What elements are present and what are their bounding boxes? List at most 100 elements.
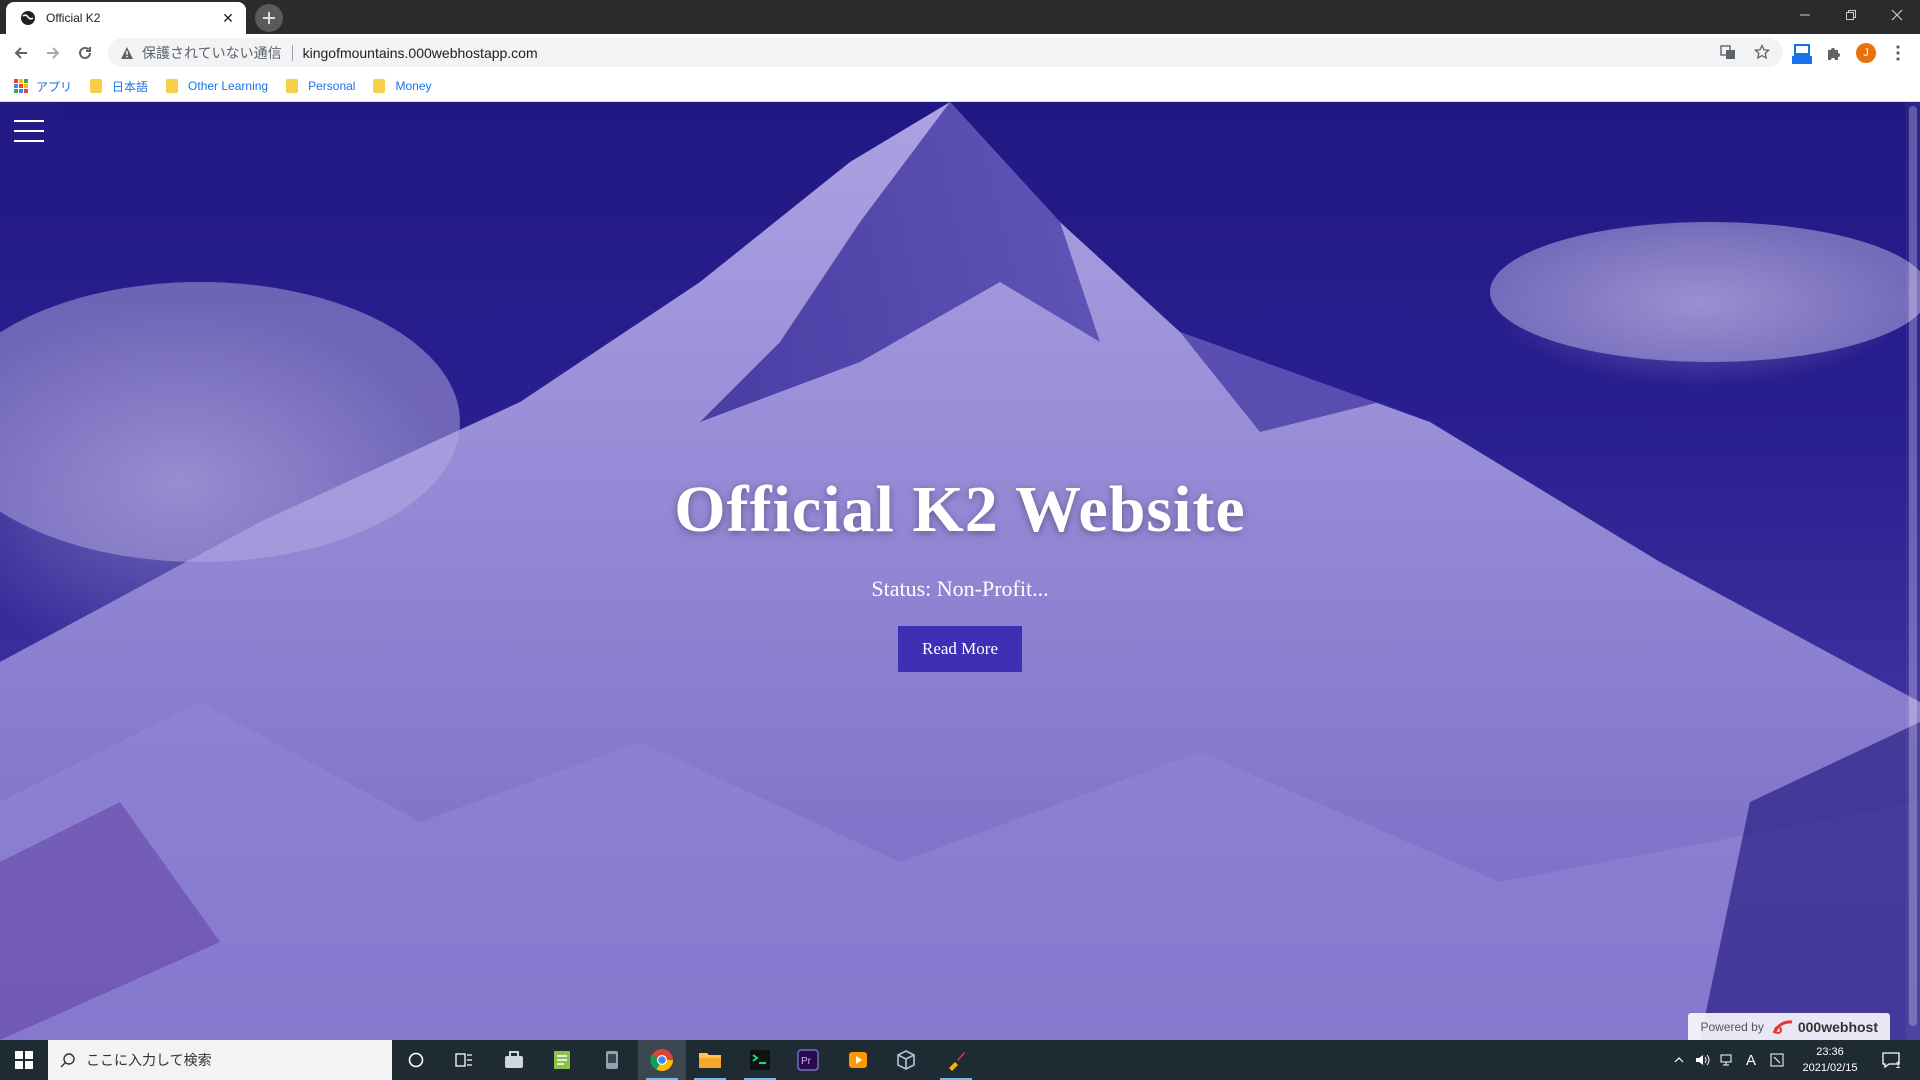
folder-icon [699, 1053, 721, 1068]
extensions-button[interactable] [1821, 40, 1847, 66]
taskbar-app-media-player[interactable] [834, 1040, 882, 1080]
star-icon [1754, 44, 1770, 60]
taskbar-app-chrome[interactable] [638, 1040, 686, 1080]
windows-taskbar: ここに入力して検索 Pr A 23:36 2021/02/15 1 [0, 1040, 1920, 1080]
cortana-button[interactable] [392, 1040, 440, 1080]
play-icon [849, 1052, 867, 1068]
chevron-up-icon [1674, 1057, 1684, 1063]
device-icon [606, 1051, 618, 1069]
new-tab-button[interactable] [255, 4, 283, 32]
bookmark-label: Personal [308, 79, 356, 93]
read-more-button[interactable]: Read More [897, 626, 1022, 672]
task-view-icon [455, 1053, 472, 1067]
folder-icon [166, 79, 179, 93]
warning-icon[interactable] [120, 46, 134, 60]
bookmark-star-button[interactable] [1752, 42, 1772, 62]
search-icon [60, 1052, 76, 1068]
bookmark-folder-nihongo[interactable]: 日本語 [90, 78, 148, 95]
page-scrollbar[interactable] [1906, 102, 1920, 1040]
url-text[interactable]: kingofmountains.000webhostapp.com [303, 45, 538, 61]
taskbar-clock[interactable]: 23:36 2021/02/15 [1790, 1044, 1870, 1076]
powered-by-label: Powered by [1700, 1019, 1764, 1034]
reload-button[interactable] [72, 40, 98, 66]
taskbar-app-device[interactable] [588, 1040, 636, 1080]
hero-status: Status: Non-Profit... [871, 576, 1049, 601]
bookmark-folder-personal[interactable]: Personal [286, 79, 355, 93]
apps-grid-icon [14, 79, 28, 93]
taskbar-app-3d[interactable] [882, 1040, 930, 1080]
network-button[interactable] [1716, 1040, 1738, 1080]
hamburger-bar [14, 130, 44, 132]
security-label[interactable]: 保護されていない通信 [142, 43, 282, 63]
network-icon [1720, 1054, 1732, 1066]
bookmark-folder-other-learning[interactable]: Other Learning [166, 79, 268, 93]
bookmark-label: Other Learning [188, 79, 269, 93]
webpage-viewport: Official K2 Website Status: Non-Profit..… [0, 102, 1920, 1040]
plus-icon [263, 12, 275, 24]
action-center-button[interactable]: 1 [1872, 1040, 1910, 1080]
restore-icon [1846, 10, 1856, 20]
taskbar-search-box[interactable]: ここに入力して検索 [48, 1040, 392, 1080]
menu-toggle-button[interactable] [0, 102, 58, 160]
close-icon [1891, 9, 1903, 21]
close-window-button[interactable] [1874, 0, 1920, 30]
notification-count: 1 [1895, 1060, 1901, 1070]
back-button[interactable] [8, 40, 34, 66]
host-brand-label: 000webhost [1797, 1018, 1878, 1035]
news-extension-icon [1792, 44, 1812, 64]
extension-news-button[interactable] [1789, 40, 1815, 66]
svg-text:Pr: Pr [801, 1056, 812, 1067]
restore-button[interactable] [1828, 0, 1874, 30]
bookmark-label: Money [395, 79, 432, 93]
webhost-logo-icon [1772, 1019, 1792, 1034]
minimize-button[interactable] [1782, 0, 1828, 30]
terminal-icon [750, 1050, 770, 1070]
cortana-icon [408, 1052, 424, 1068]
puzzle-icon [1828, 48, 1840, 60]
start-button[interactable] [0, 1040, 48, 1080]
hamburger-bar [14, 120, 44, 122]
minimize-icon [1800, 14, 1810, 16]
arrow-left-icon [14, 47, 27, 59]
divider [291, 44, 293, 61]
tab-strip: Official K2 ✕ [0, 0, 1920, 34]
bookmark-folder-money[interactable]: Money [373, 79, 432, 93]
premiere-pro-icon: Pr [797, 1049, 819, 1071]
arrow-right-icon [47, 47, 60, 59]
taskbar-app-notepad[interactable] [538, 1040, 586, 1080]
translate-button[interactable] [1718, 42, 1738, 62]
taskbar-app-paint[interactable] [932, 1040, 980, 1080]
hero-title: Official K2 Website [674, 473, 1246, 546]
taskbar-app-mail[interactable] [490, 1040, 538, 1080]
scrollbar-thumb[interactable] [1909, 106, 1917, 1026]
briefcase-icon [505, 1051, 523, 1068]
host-brand: 000webhost [1772, 1019, 1878, 1035]
show-hidden-icons-button[interactable] [1668, 1040, 1690, 1080]
task-view-button[interactable] [440, 1040, 488, 1080]
address-bar[interactable]: 保護されていない通信 kingofmountains.000webhostapp… [108, 38, 1783, 67]
powered-by-badge[interactable]: Powered by 000webhost [1688, 1013, 1890, 1040]
tab-close-icon[interactable]: ✕ [220, 10, 236, 26]
browser-menu-button[interactable] [1885, 40, 1911, 66]
screen-clip-button[interactable] [1766, 1040, 1788, 1080]
windows-logo-icon [15, 1051, 33, 1069]
bookmark-label: アプリ [36, 79, 73, 94]
ime-indicator[interactable]: A [1740, 1040, 1762, 1080]
hero-section: Official K2 Website Status: Non-Profit..… [0, 472, 1920, 672]
volume-button[interactable] [1692, 1040, 1714, 1080]
bookmark-apps[interactable]: アプリ [14, 78, 72, 95]
taskbar-app-premiere[interactable]: Pr [784, 1040, 832, 1080]
clock-date: 2021/02/15 [1802, 1062, 1858, 1074]
taskbar-app-terminal[interactable] [736, 1040, 784, 1080]
globe-icon [20, 10, 36, 26]
taskbar-app-explorer[interactable] [686, 1040, 734, 1080]
cube-icon [897, 1050, 915, 1070]
forward-button[interactable] [40, 40, 66, 66]
folder-icon [373, 79, 386, 93]
snip-icon [1770, 1053, 1784, 1067]
profile-button[interactable]: J [1853, 40, 1879, 66]
bookmarks-bar: アプリ 日本語 Other Learning Personal Money [0, 71, 1920, 102]
hamburger-bar [14, 140, 44, 142]
browser-tab[interactable]: Official K2 ✕ [6, 2, 246, 34]
kebab-menu-icon [1896, 45, 1900, 61]
